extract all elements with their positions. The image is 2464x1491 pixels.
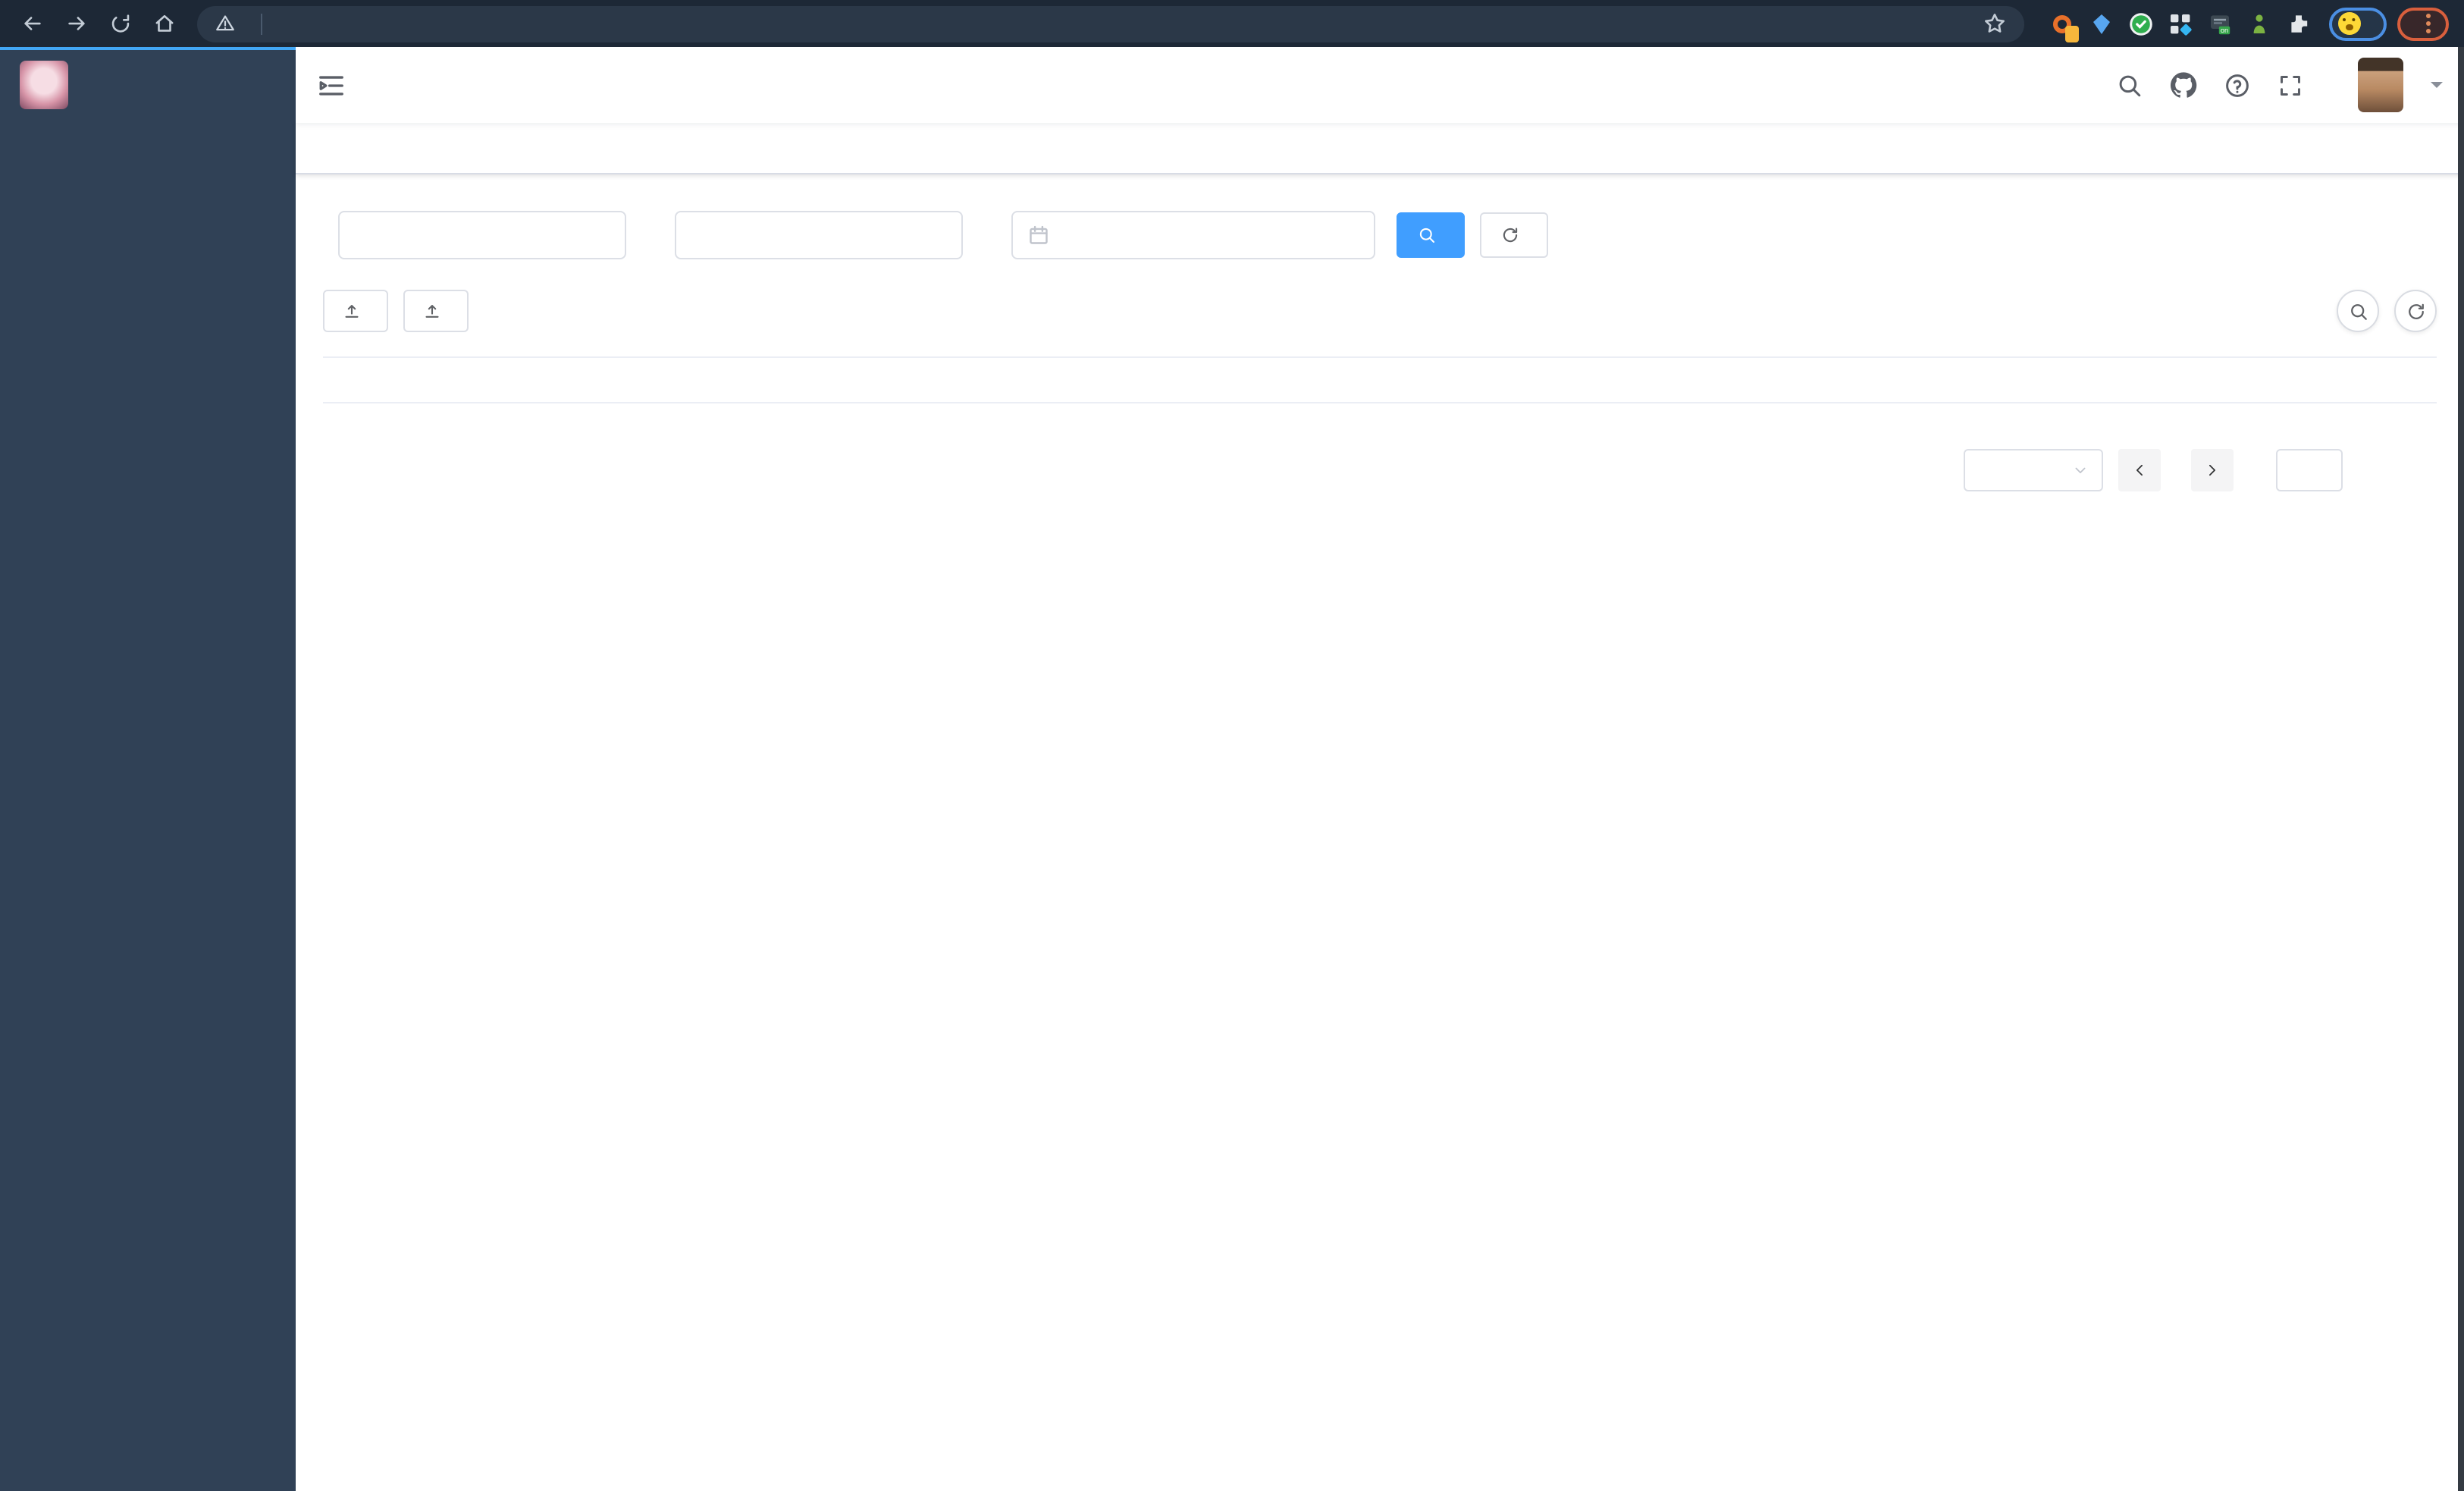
- next-page-button[interactable]: [2191, 449, 2234, 491]
- table-name-input[interactable]: [338, 211, 626, 259]
- help-icon[interactable]: [2224, 72, 2250, 98]
- main-panel: [296, 47, 2464, 1491]
- codegen-table: [323, 356, 2437, 403]
- col-table-desc: [596, 356, 839, 403]
- refresh-icon: [2406, 301, 2425, 321]
- svg-text:on: on: [2220, 26, 2227, 33]
- screen: on: [0, 0, 2464, 1491]
- extension-orange-icon[interactable]: [2049, 11, 2079, 42]
- table-desc-input[interactable]: [675, 211, 963, 259]
- prev-page-button[interactable]: [2118, 449, 2161, 491]
- table-toolbar: [323, 290, 2437, 332]
- url-bar[interactable]: [197, 5, 2024, 42]
- pagination: [323, 449, 2437, 491]
- extension-toolbar: on: [2049, 11, 2311, 42]
- extension-green-figure-icon[interactable]: [2246, 11, 2271, 36]
- browser-chrome: on: [0, 0, 2464, 47]
- page-content: [296, 174, 2464, 1491]
- sidebar: [0, 47, 296, 1491]
- search-icon: [2348, 301, 2368, 321]
- chevron-down-icon: [2073, 463, 2088, 478]
- col-update-time: [1293, 356, 1506, 403]
- import-db-button[interactable]: [323, 290, 388, 332]
- refresh-icon: [1501, 226, 1519, 244]
- upload-icon: [343, 302, 361, 320]
- hamburger-icon[interactable]: [317, 71, 346, 99]
- extension-gem-icon[interactable]: [2088, 11, 2114, 36]
- search-icon: [1418, 226, 1436, 244]
- col-table-name: [323, 356, 596, 403]
- progress-bar: [0, 47, 296, 50]
- table-header-row: [323, 356, 2437, 403]
- col-actions: [1506, 356, 2437, 403]
- extension-dark-on-icon[interactable]: on: [2206, 11, 2232, 36]
- import-sql-button[interactable]: [403, 290, 469, 332]
- col-create-time: [1081, 356, 1293, 403]
- kebab-menu-icon: [2426, 21, 2431, 26]
- search-form: [323, 211, 2437, 259]
- extensions-puzzle-icon[interactable]: [2285, 11, 2311, 36]
- goto-page-input[interactable]: [2276, 449, 2343, 491]
- tabs-bar: [296, 123, 2464, 174]
- extension-green-check-icon[interactable]: [2127, 11, 2153, 36]
- back-icon[interactable]: [15, 7, 49, 40]
- page-size-select[interactable]: [1964, 449, 2103, 491]
- profile-emoji-icon: [2338, 12, 2361, 35]
- fullscreen-icon[interactable]: [2277, 72, 2303, 98]
- chevron-right-icon: [2205, 463, 2220, 478]
- logo-image: [20, 61, 68, 109]
- bookmark-star-icon[interactable]: [1983, 12, 2006, 35]
- extension-grid-icon[interactable]: [2167, 11, 2193, 36]
- col-entity: [839, 356, 1081, 403]
- upload-icon: [423, 302, 441, 320]
- navbar-actions: [2117, 58, 2443, 112]
- calendar-icon: [1028, 224, 1049, 246]
- reload-icon[interactable]: [103, 7, 136, 40]
- warning-icon: [215, 14, 235, 33]
- search-button[interactable]: [1397, 212, 1465, 258]
- toggle-search-button[interactable]: [2337, 290, 2379, 332]
- user-avatar[interactable]: [2358, 58, 2403, 112]
- omnibox-divider: [261, 13, 262, 34]
- window-scrollbar[interactable]: [2458, 47, 2464, 1491]
- chevron-down-icon[interactable]: [2431, 82, 2443, 94]
- app-logo[interactable]: [0, 47, 296, 123]
- forward-icon[interactable]: [59, 7, 92, 40]
- browser-update-button[interactable]: [2397, 7, 2449, 40]
- search-icon[interactable]: [2117, 72, 2143, 98]
- reset-button[interactable]: [1480, 212, 1548, 258]
- profile-paused-badge[interactable]: [2329, 7, 2387, 40]
- refresh-table-button[interactable]: [2394, 290, 2437, 332]
- create-time-range-input[interactable]: [1011, 211, 1375, 259]
- top-navbar: [296, 47, 2464, 123]
- chevron-left-icon: [2132, 463, 2147, 478]
- github-icon[interactable]: [2170, 71, 2197, 99]
- home-icon[interactable]: [147, 7, 180, 40]
